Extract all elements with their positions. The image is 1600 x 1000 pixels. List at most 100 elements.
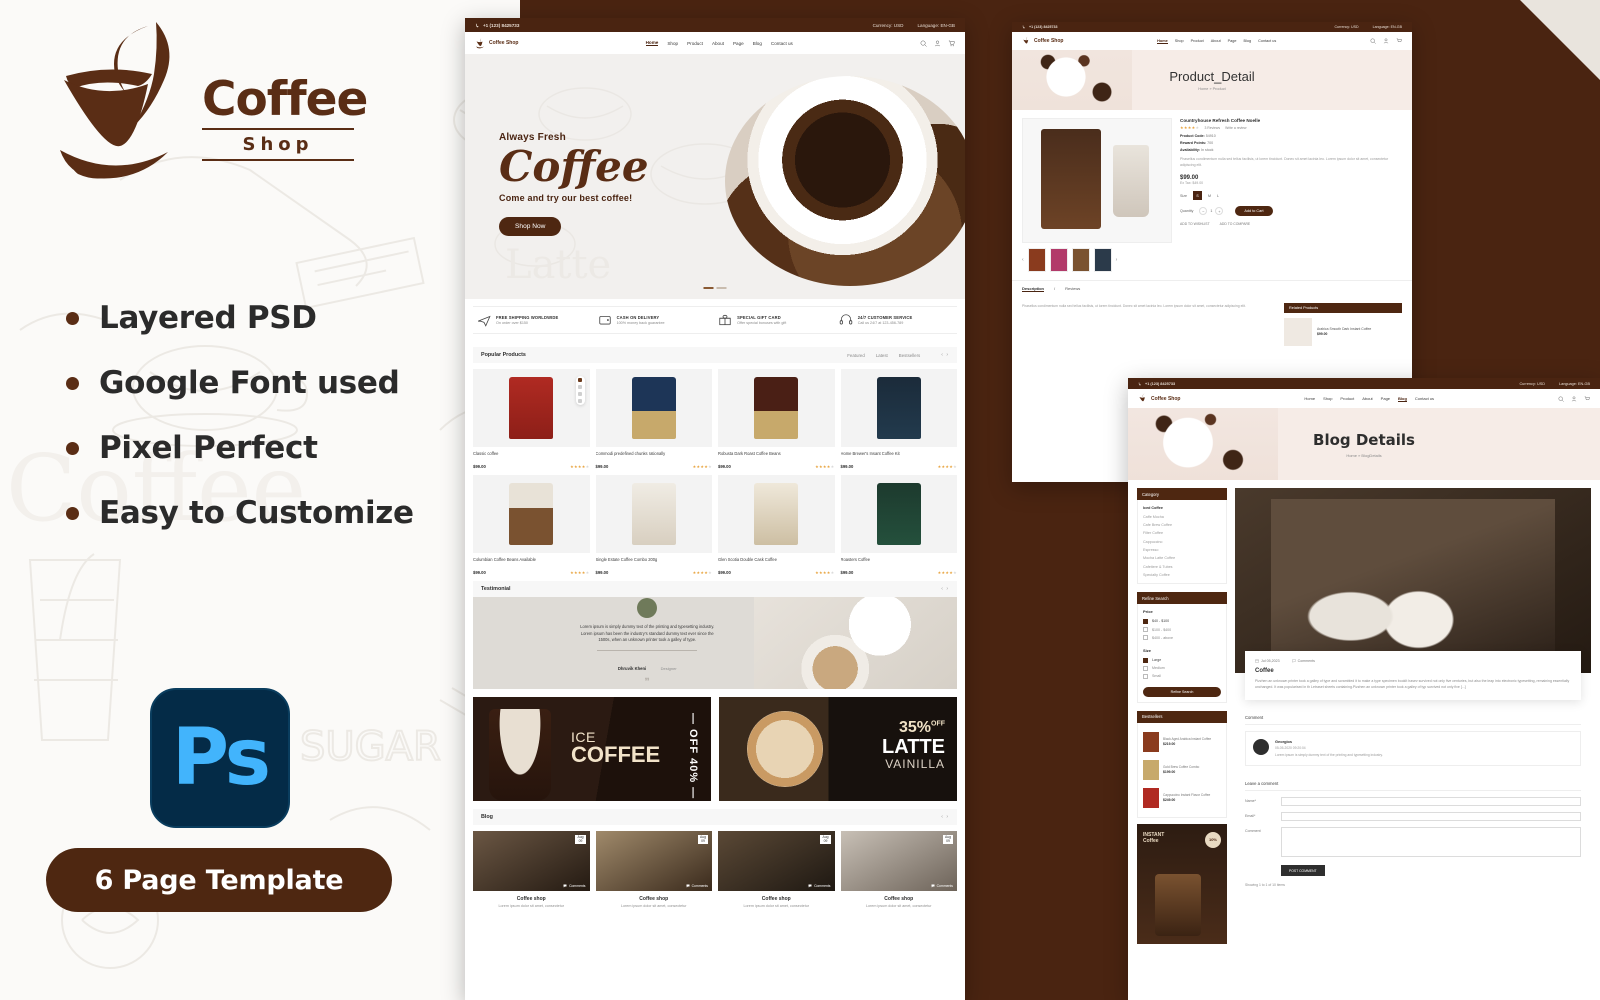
cart-icon[interactable] bbox=[1584, 396, 1590, 402]
search-icon[interactable] bbox=[1558, 396, 1564, 402]
hero-carousel-dots[interactable] bbox=[703, 287, 727, 289]
product-card[interactable]: Home Brewer's Insant Coffee Kit $99.00 ★… bbox=[840, 369, 957, 469]
category-item[interactable]: Filter Coffee bbox=[1143, 529, 1221, 537]
thumbnail[interactable] bbox=[1071, 248, 1090, 272]
user-icon[interactable] bbox=[1571, 396, 1577, 402]
price-filter-option[interactable]: $100 - $400 bbox=[1143, 626, 1221, 634]
add-to-compare-button[interactable]: ADD TO COMPARE bbox=[1220, 222, 1251, 226]
nav-item-about[interactable]: About bbox=[1211, 39, 1221, 43]
promo-banner-ice-coffee[interactable]: ICE COFFEE — OFF 40% — bbox=[473, 697, 711, 801]
add-to-cart-button[interactable]: Add to Cart bbox=[1235, 206, 1273, 217]
size-filter-option[interactable]: Large bbox=[1143, 656, 1221, 664]
price-filter-option[interactable]: $400 - above bbox=[1143, 634, 1221, 642]
nav-item-shop[interactable]: Shop bbox=[667, 41, 678, 46]
nav-logo[interactable]: Coffee Shop bbox=[1022, 36, 1063, 46]
qty-value[interactable]: 1 bbox=[1210, 209, 1212, 213]
size-option-m[interactable]: M bbox=[1208, 194, 1211, 198]
nav-item-home[interactable]: Home bbox=[1157, 39, 1168, 44]
nav-item-blog[interactable]: Blog bbox=[753, 41, 762, 46]
cart-icon[interactable] bbox=[948, 40, 955, 47]
cart-icon[interactable] bbox=[1396, 38, 1402, 44]
tab-latest[interactable]: Latest bbox=[876, 353, 888, 358]
blog-card[interactable]: Aug 09 Comments Coffee shop Lorem ipsum … bbox=[595, 831, 712, 910]
blog-card[interactable]: Aug 09 Comments Coffee shop Lorem ipsum … bbox=[473, 831, 590, 910]
nav-item-product[interactable]: Product bbox=[687, 41, 703, 46]
pd-write-review[interactable]: Write a review bbox=[1225, 126, 1246, 130]
blog-card[interactable]: Aug 09 Comments Coffee shop Lorem ipsum … bbox=[718, 831, 835, 910]
bestseller-item[interactable]: Gold Brew Coffee Combo $199.00 bbox=[1143, 756, 1221, 784]
hero-dot-1[interactable] bbox=[703, 287, 714, 289]
nav-item-contact[interactable]: Contact us bbox=[771, 41, 793, 46]
search-icon[interactable] bbox=[920, 40, 927, 47]
product-quick-actions[interactable] bbox=[575, 376, 585, 405]
bestseller-item[interactable]: Cappuccino Instant Flavor Coffee $249.00 bbox=[1143, 784, 1221, 812]
product-card[interactable]: Classic coffee $99.00 ★★★★★ bbox=[473, 369, 590, 469]
nav-item-about[interactable]: About bbox=[1362, 396, 1372, 401]
product-card[interactable]: Single Estate Coffee Combo 200g $99.00 ★… bbox=[595, 475, 712, 575]
user-icon[interactable] bbox=[934, 40, 941, 47]
qty-decrement-button[interactable]: − bbox=[1199, 207, 1208, 216]
nav-logo[interactable]: Coffee Shop bbox=[475, 37, 518, 49]
next-thumb-arrow[interactable]: › bbox=[1116, 257, 1118, 263]
carousel-arrows[interactable]: ‹ › bbox=[941, 814, 949, 820]
category-item[interactable]: Cafe Brew Coffee bbox=[1143, 521, 1221, 529]
nav-item-page[interactable]: Page bbox=[1381, 396, 1390, 401]
tab-bestsellers[interactable]: Bestsellers bbox=[899, 353, 920, 358]
nav-item-home[interactable]: Home bbox=[1304, 396, 1315, 401]
pd-main-image[interactable] bbox=[1022, 118, 1172, 243]
blog-card[interactable]: Aug 09 Comments Coffee shop Lorem ipsum … bbox=[840, 831, 957, 910]
product-card[interactable]: Robusta Dark Roast Coffee Beans $99.00 ★… bbox=[718, 369, 835, 469]
prev-thumb-arrow[interactable]: ‹ bbox=[1022, 257, 1024, 263]
product-card[interactable]: Columbian Coffee Beans Available $99.00 … bbox=[473, 475, 590, 575]
nav-item-page[interactable]: Page bbox=[1228, 39, 1237, 43]
comment-textarea[interactable] bbox=[1281, 827, 1581, 858]
nav-item-contact[interactable]: Contact us bbox=[1258, 39, 1276, 43]
nav-item-about[interactable]: About bbox=[712, 41, 724, 46]
size-filter-option[interactable]: Medium bbox=[1143, 664, 1221, 672]
post-comment-button[interactable]: POST COMMENT bbox=[1281, 865, 1325, 877]
search-icon[interactable] bbox=[1370, 38, 1376, 44]
email-input[interactable] bbox=[1281, 812, 1581, 822]
carousel-arrows[interactable]: ‹ › bbox=[941, 352, 949, 358]
user-icon[interactable] bbox=[1383, 38, 1389, 44]
carousel-arrows[interactable]: ‹ › bbox=[941, 586, 949, 592]
sidebar-promo-banner[interactable]: INSTANT Coffee 10% bbox=[1137, 823, 1227, 944]
nav-item-page[interactable]: Page bbox=[733, 41, 744, 46]
category-item[interactable]: Specialty Coffee bbox=[1143, 571, 1221, 579]
refine-search-button[interactable]: Refine Search bbox=[1143, 686, 1221, 697]
nav-item-home[interactable]: Home bbox=[645, 40, 659, 46]
name-input[interactable] bbox=[1281, 797, 1581, 807]
language-select[interactable]: Language: EN-GB bbox=[1559, 382, 1590, 386]
thumbnail[interactable] bbox=[1027, 248, 1046, 272]
category-item[interactable]: Mocha Latte Coffee bbox=[1143, 554, 1221, 562]
nav-item-shop[interactable]: Shop bbox=[1175, 39, 1184, 43]
qty-increment-button[interactable]: + bbox=[1215, 207, 1224, 216]
nav-item-blog[interactable]: Blog bbox=[1244, 39, 1252, 43]
nav-item-product[interactable]: Product bbox=[1340, 396, 1354, 401]
currency-select[interactable]: Currency: USD bbox=[873, 23, 904, 28]
language-select[interactable]: Language: EN-GB bbox=[1373, 25, 1402, 29]
tab-featured[interactable]: Featured bbox=[847, 353, 865, 358]
currency-select[interactable]: Currency: USD bbox=[1519, 382, 1545, 386]
nav-item-contact[interactable]: Contact us bbox=[1415, 396, 1434, 401]
language-select[interactable]: Language: EN-GB bbox=[917, 23, 955, 28]
add-to-wishlist-button[interactable]: ADD TO WISHLIST bbox=[1180, 222, 1210, 226]
size-option-l[interactable]: L bbox=[1217, 194, 1219, 198]
size-filter-option[interactable]: Small bbox=[1143, 672, 1221, 680]
bestseller-item[interactable]: Black Aged Arabica Instant Coffee $219.0… bbox=[1143, 728, 1221, 756]
category-item[interactable]: Cappuccino bbox=[1143, 538, 1221, 546]
tab-description[interactable]: Description bbox=[1022, 286, 1045, 292]
currency-select[interactable]: Currency: USD bbox=[1334, 25, 1358, 29]
category-item[interactable]: Espresso bbox=[1143, 546, 1221, 554]
thumbnail[interactable] bbox=[1049, 248, 1068, 272]
nav-item-blog[interactable]: Blog bbox=[1398, 396, 1407, 402]
promo-banner-latte[interactable]: 35%OFF LATTE VAINILLA bbox=[719, 697, 957, 801]
nav-item-shop[interactable]: Shop bbox=[1323, 396, 1332, 401]
related-product-item[interactable]: Arabica Smooth Dark Instant Coffee $99.0… bbox=[1284, 313, 1402, 351]
tab-reviews[interactable]: Reviews bbox=[1065, 286, 1080, 292]
hero-shop-now-button[interactable]: Shop Now bbox=[499, 217, 562, 237]
product-card[interactable]: Glen Scotia Double Cask Coffee $99.00 ★★… bbox=[718, 475, 835, 575]
product-card[interactable]: Commodi predefined chunks rationally $99… bbox=[595, 369, 712, 469]
product-card[interactable]: Roasters Coffee $99.00 ★★★★★ bbox=[840, 475, 957, 575]
thumbnail[interactable] bbox=[1093, 248, 1112, 272]
